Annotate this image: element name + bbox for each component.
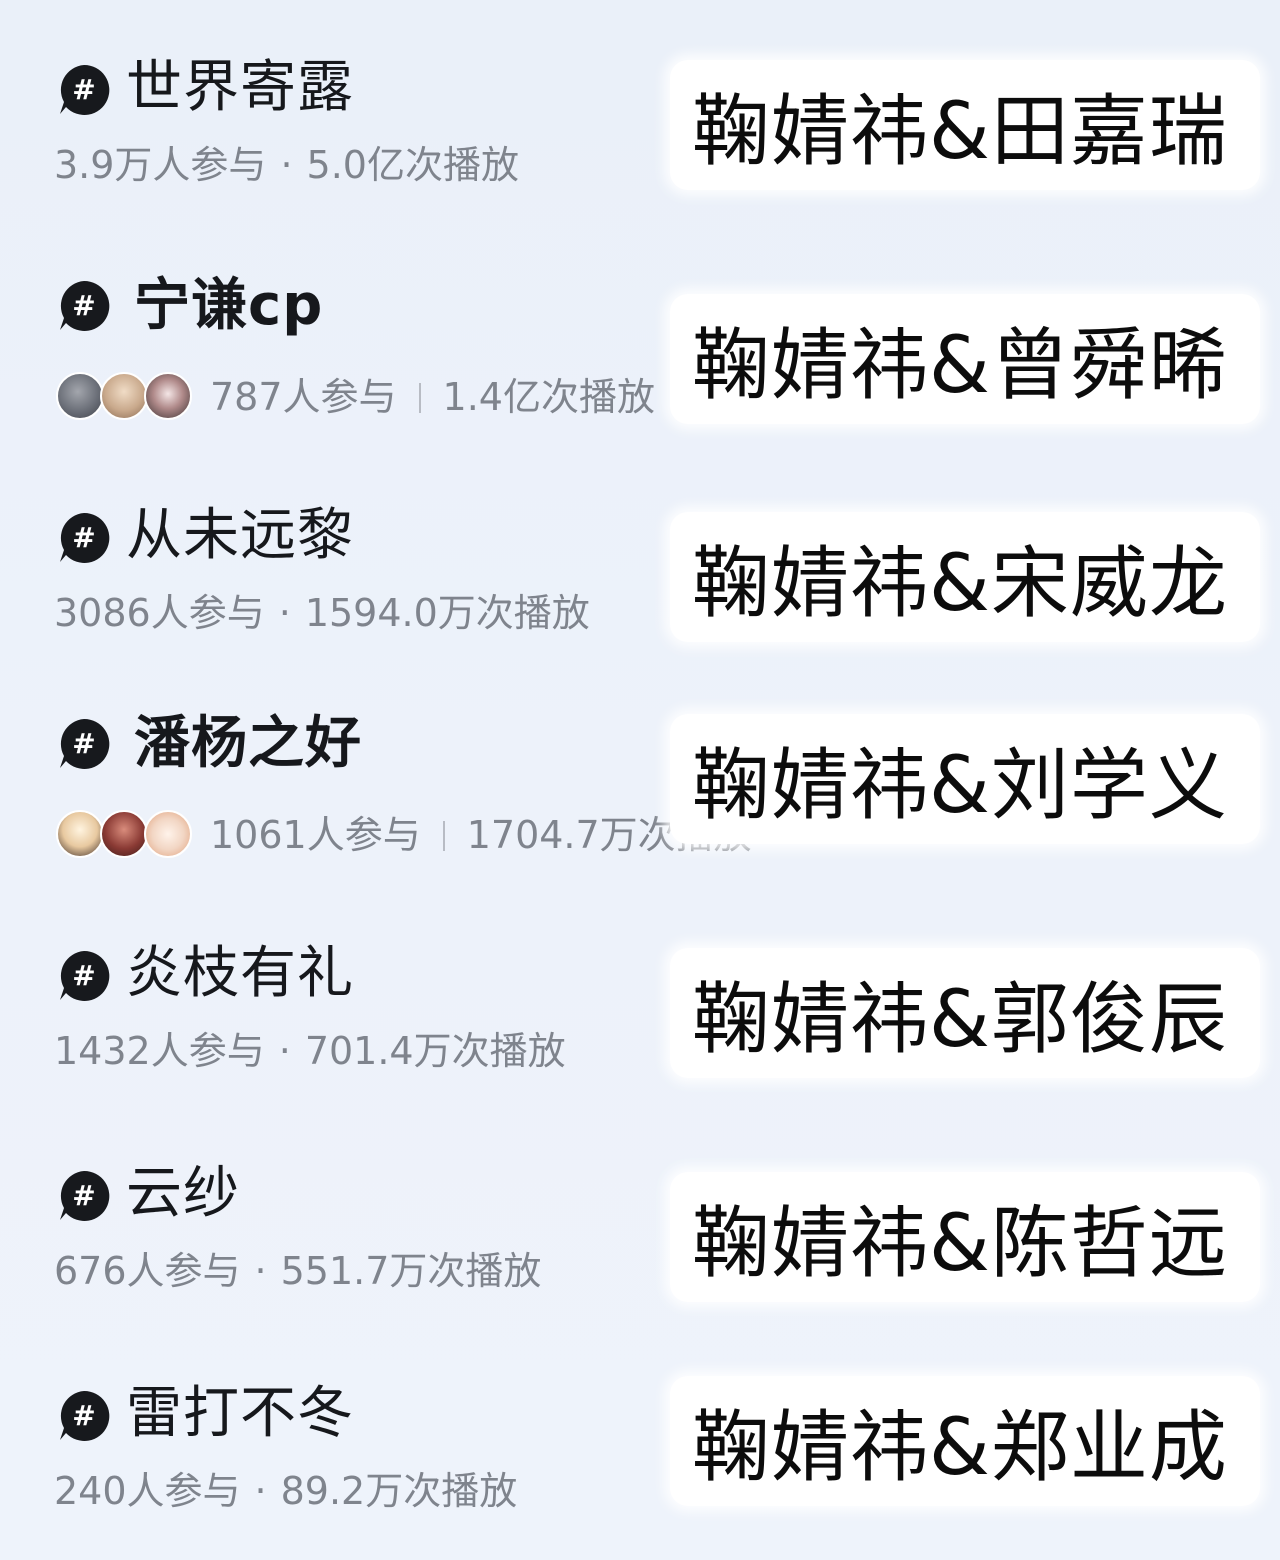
hashtag-bubble-icon: #: [56, 1168, 112, 1224]
hashtag-bubble-icon: #: [56, 510, 112, 566]
hashtag-bubble-icon: #: [56, 278, 112, 334]
avatar: [56, 372, 104, 420]
participants-count: 1432人参与: [54, 1029, 265, 1073]
play-count: 89.2万次播放: [280, 1469, 518, 1513]
avatar: [100, 372, 148, 420]
topic-title[interactable]: 潘杨之好: [134, 712, 362, 776]
topic-title[interactable]: 宁谦cp: [134, 274, 323, 338]
participants-count: 3.9万人参与: [54, 143, 267, 187]
avatar: [144, 372, 192, 420]
svg-text:#: #: [72, 727, 95, 760]
topic-stats: 3086人参与 · 1594.0万次播放: [54, 590, 590, 636]
topic-title[interactable]: 雷打不冬: [126, 1382, 354, 1446]
separator-dot: ·: [278, 591, 291, 635]
topic-title[interactable]: 炎枝有礼: [126, 942, 354, 1006]
separator-dot: ·: [254, 1249, 267, 1293]
svg-text:#: #: [72, 289, 95, 322]
separator-dot: ·: [278, 1029, 291, 1073]
participant-avatars[interactable]: [56, 810, 196, 862]
pair-label: 鞠婧祎&郑业成: [692, 1403, 1228, 1493]
participants-count: 240人参与: [54, 1469, 241, 1513]
topic-stats: 240人参与 · 89.2万次播放: [54, 1468, 517, 1514]
topic-title[interactable]: 从未远黎: [126, 504, 354, 568]
pair-label: 鞠婧祎&郭俊辰: [692, 975, 1228, 1065]
participant-avatars[interactable]: [56, 372, 196, 424]
svg-text:#: #: [72, 1179, 95, 1212]
pair-label-card: 鞠婧祎&田嘉瑞: [670, 60, 1260, 190]
separator-bar: [442, 821, 445, 851]
topic-stats: 1432人参与 · 701.4万次播放: [54, 1028, 566, 1074]
svg-text:#: #: [72, 1399, 95, 1432]
pair-label: 鞠婧祎&刘学义: [692, 741, 1228, 831]
pair-label: 鞠婧祎&宋威龙: [692, 539, 1228, 629]
pair-label-card: 鞠婧祎&宋威龙: [670, 512, 1260, 642]
participants-count: 676人参与: [54, 1249, 241, 1293]
separator-dot: ·: [254, 1469, 267, 1513]
avatar: [144, 810, 192, 858]
topic-stats: 787人参与 1.4亿次播放: [210, 374, 655, 420]
participants-count: 787人参与: [210, 375, 397, 419]
svg-text:#: #: [72, 73, 95, 106]
separator-bar: [418, 383, 421, 413]
topic-title[interactable]: 云纱: [126, 1162, 240, 1226]
svg-text:#: #: [72, 521, 95, 554]
participants-count: 1061人参与: [210, 813, 421, 857]
play-count: 551.7万次播放: [280, 1249, 542, 1293]
hashtag-bubble-icon: #: [56, 1388, 112, 1444]
participants-count: 3086人参与: [54, 591, 265, 635]
topic-stats: 676人参与 · 551.7万次播放: [54, 1248, 541, 1294]
pair-label-card: 鞠婧祎&郑业成: [670, 1376, 1260, 1506]
avatar: [56, 810, 104, 858]
pair-label: 鞠婧祎&田嘉瑞: [692, 87, 1228, 177]
pair-label-card: 鞠婧祎&曾舜晞: [670, 294, 1260, 424]
pair-label-card: 鞠婧祎&刘学义: [670, 714, 1260, 844]
play-count: 1.4亿次播放: [442, 375, 655, 419]
pair-label: 鞠婧祎&陈哲远: [692, 1199, 1228, 1289]
topic-stats: 3.9万人参与 · 5.0亿次播放: [54, 142, 519, 188]
separator-dot: ·: [280, 143, 293, 187]
hashtag-bubble-icon: #: [56, 62, 112, 118]
pair-label-card: 鞠婧祎&陈哲远: [670, 1172, 1260, 1302]
play-count: 1594.0万次播放: [304, 591, 590, 635]
svg-text:#: #: [72, 959, 95, 992]
pair-label: 鞠婧祎&曾舜晞: [692, 321, 1228, 411]
hashtag-bubble-icon: #: [56, 948, 112, 1004]
avatar: [100, 810, 148, 858]
play-count: 5.0亿次播放: [306, 143, 519, 187]
topic-title[interactable]: 世界寄露: [126, 56, 354, 120]
play-count: 701.4万次播放: [304, 1029, 566, 1073]
hashtag-bubble-icon: #: [56, 716, 112, 772]
pair-label-card: 鞠婧祎&郭俊辰: [670, 948, 1260, 1078]
